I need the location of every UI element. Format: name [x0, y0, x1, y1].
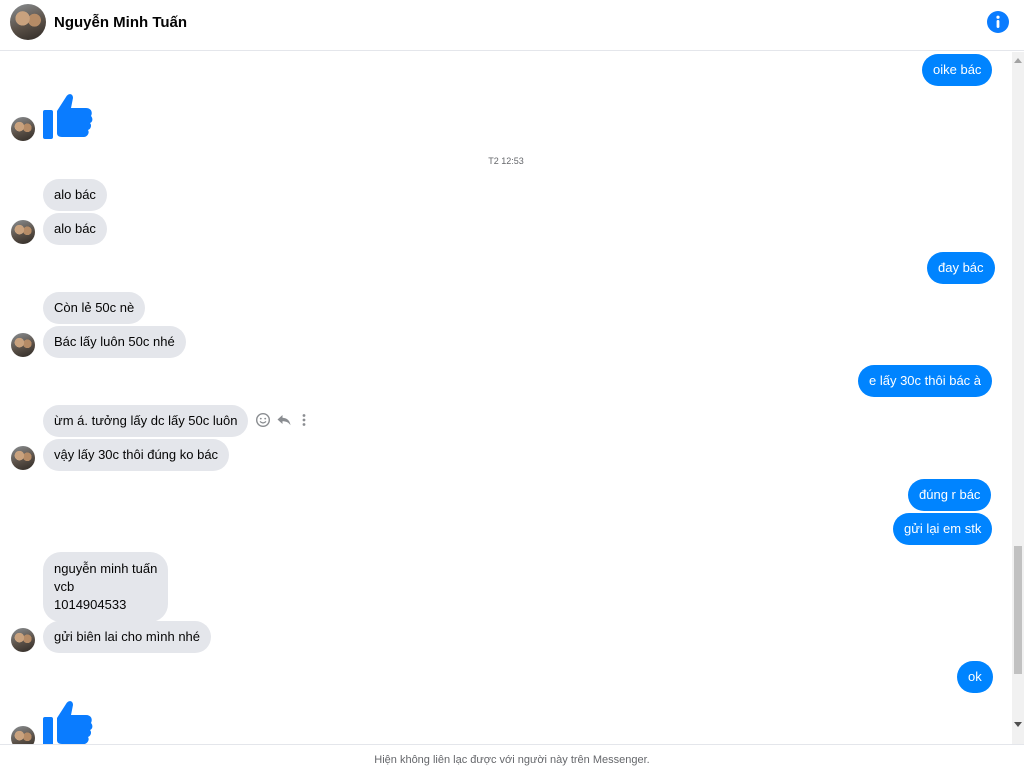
info-icon — [987, 11, 1009, 33]
message-incoming[interactable]: alo bác — [43, 213, 107, 245]
thumbs-up-icon[interactable] — [42, 91, 94, 146]
message-outgoing[interactable]: gửi lại em stk — [893, 513, 993, 545]
contact-name[interactable]: Nguyễn Minh Tuấn — [54, 14, 187, 31]
message-incoming[interactable]: Còn lẻ 50c nè — [43, 292, 146, 324]
message-outgoing[interactable]: đúng r bác — [908, 479, 992, 511]
message-incoming[interactable]: vậy lấy 30c thôi đúng ko bác — [43, 439, 230, 471]
message-outgoing[interactable]: đay bác — [927, 252, 995, 284]
contact-avatar-small — [11, 117, 35, 141]
reply-icon[interactable] — [276, 412, 292, 433]
message-outgoing[interactable]: oike bác — [922, 54, 993, 86]
message-incoming[interactable]: gửi biên lai cho mình nhé — [43, 621, 212, 653]
message-incoming[interactable]: alo bác — [43, 179, 107, 211]
conversation-header: Nguyễn Minh Tuấn — [0, 0, 1024, 51]
scrollbar-thumb[interactable] — [1014, 546, 1022, 674]
more-vertical-icon[interactable] — [300, 412, 308, 433]
smiley-icon[interactable] — [255, 412, 271, 433]
scroll-up-arrow-icon[interactable] — [1014, 58, 1022, 63]
thumbs-up-icon[interactable] — [42, 698, 94, 744]
message-outgoing[interactable]: ok — [957, 661, 993, 693]
message-incoming[interactable]: nguyễn minh tuấn vcb 1014904533 — [43, 552, 169, 622]
contact-avatar[interactable] — [10, 4, 46, 40]
info-button[interactable] — [987, 11, 1009, 33]
message-outgoing[interactable]: e lấy 30c thôi bác à — [858, 365, 993, 397]
contact-avatar-small — [11, 220, 35, 244]
scroll-down-arrow-icon[interactable] — [1014, 722, 1022, 727]
message-thread[interactable]: oike bác T2 12:53 alo bác alo bác đay bá… — [0, 52, 1012, 744]
message-line: nguyễn minh tuấn — [54, 561, 158, 576]
contact-avatar-small — [11, 726, 35, 744]
unavailable-notice: Hiện không liên lạc được với người này t… — [0, 744, 1024, 774]
message-incoming[interactable]: ừm á. tưởng lấy dc lấy 50c luôn — [43, 405, 249, 437]
contact-avatar-small — [11, 628, 35, 652]
scrollbar[interactable] — [1012, 52, 1024, 744]
contact-avatar-small — [11, 446, 35, 470]
message-line: vcb — [54, 579, 75, 594]
contact-avatar-small — [11, 333, 35, 357]
message-line: 1014904533 — [54, 597, 127, 612]
timestamp: T2 12:53 — [488, 156, 524, 166]
message-incoming[interactable]: Bác lấy luôn 50c nhé — [43, 326, 186, 358]
